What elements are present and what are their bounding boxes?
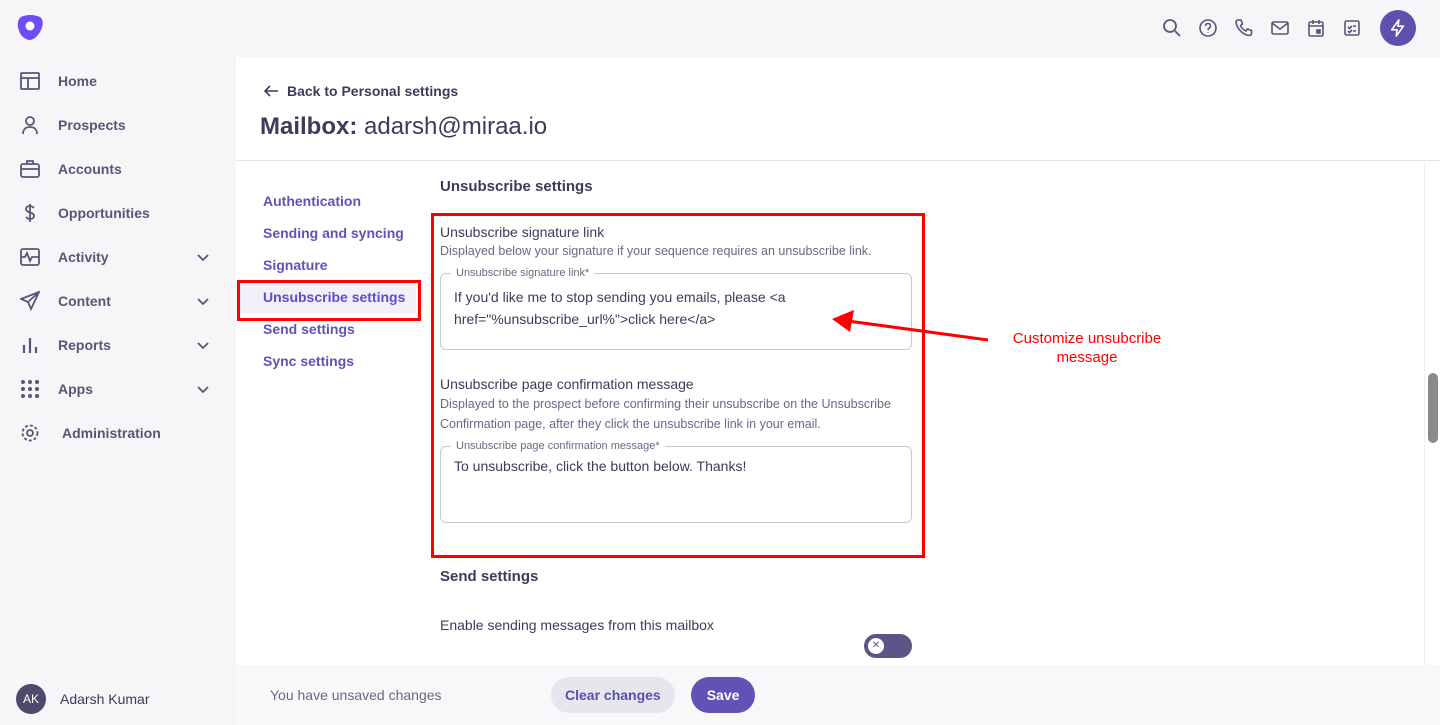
- sidebar-item-label: Activity: [58, 249, 109, 265]
- calendar-icon: [1308, 20, 1324, 37]
- chevron-down-icon[interactable]: [196, 294, 210, 308]
- sidebar-item-label: Opportunities: [58, 205, 150, 221]
- topbar: [1154, 0, 1440, 56]
- sidebar-item-label: Administration: [62, 425, 161, 441]
- scrollbar-thumb[interactable]: [1428, 373, 1438, 443]
- clear-changes-button[interactable]: Clear changes: [551, 677, 675, 713]
- search-button[interactable]: [1154, 10, 1190, 46]
- subnav-sync-settings[interactable]: Sync settings: [236, 345, 416, 377]
- sidebar-item-label: Accounts: [58, 161, 122, 177]
- tasks-button[interactable]: [1334, 10, 1370, 46]
- help-icon: [1199, 19, 1217, 37]
- sidebar-item-home[interactable]: Home: [0, 59, 236, 103]
- sidebar-item-accounts[interactable]: Accounts: [0, 147, 236, 191]
- back-link[interactable]: Back to Personal settings: [263, 83, 458, 99]
- layout-icon: [20, 72, 40, 90]
- highlight-box-subnav: [237, 280, 421, 321]
- title-email: adarsh@miraa.io: [364, 113, 548, 140]
- user-profile[interactable]: AK Adarsh Kumar: [16, 684, 149, 714]
- enable-sending-toggle[interactable]: ✕: [864, 634, 912, 658]
- sidebar-nav: Home Prospects Accounts Opportunities Ac…: [0, 59, 236, 455]
- avatar: AK: [16, 684, 46, 714]
- save-button[interactable]: Save: [690, 677, 756, 713]
- page-header: Back to Personal settings Mailbox: adars…: [236, 57, 1440, 161]
- chevron-down-icon[interactable]: [196, 382, 210, 396]
- sidebar-item-administration[interactable]: Administration: [0, 411, 236, 455]
- bar-chart-icon: [22, 338, 38, 353]
- chevron-down-icon[interactable]: [196, 338, 210, 352]
- briefcase-icon: [20, 160, 40, 178]
- search-icon: [1163, 19, 1181, 37]
- sidebar-item-label: Apps: [58, 381, 93, 397]
- sidebar-item-reports[interactable]: Reports: [0, 323, 236, 367]
- subnav-sending-and-syncing[interactable]: Sending and syncing: [236, 217, 416, 249]
- subnav-signature[interactable]: Signature: [236, 249, 416, 281]
- sidebar-item-apps[interactable]: Apps: [0, 367, 236, 411]
- outreach-logo[interactable]: [17, 14, 44, 41]
- sidebar-item-label: Content: [58, 293, 111, 309]
- phone-button[interactable]: [1226, 10, 1262, 46]
- gear-icon: [21, 424, 39, 442]
- page-title: Mailbox: adarsh@miraa.io: [260, 113, 547, 141]
- unsaved-changes-text: You have unsaved changes: [270, 687, 442, 703]
- calendar-button[interactable]: [1298, 10, 1334, 46]
- back-link-label: Back to Personal settings: [287, 83, 459, 99]
- annotation-text: Customize unsubcribe message: [1012, 330, 1162, 366]
- send-icon: [20, 291, 40, 311]
- sidebar-item-label: Prospects: [58, 117, 126, 133]
- enable-sending-label: Enable sending messages from this mailbo…: [440, 617, 714, 633]
- unsubscribe-heading: Unsubscribe settings: [440, 178, 593, 195]
- annotation-arrow-icon: [832, 310, 989, 342]
- close-icon: ✕: [868, 638, 884, 654]
- grid-icon: [21, 380, 39, 398]
- help-button[interactable]: [1190, 10, 1226, 46]
- bolt-icon: [1390, 19, 1405, 37]
- sidebar: Home Prospects Accounts Opportunities Ac…: [0, 0, 236, 725]
- sidebar-item-content[interactable]: Content: [0, 279, 236, 323]
- mail-icon: [1271, 21, 1289, 35]
- sidebar-item-activity[interactable]: Activity: [0, 235, 236, 279]
- sidebar-item-opportunities[interactable]: Opportunities: [0, 191, 236, 235]
- title-prefix: Mailbox:: [260, 113, 358, 140]
- unsaved-changes-bar: You have unsaved changes Clear changes S…: [236, 665, 1440, 725]
- sidebar-item-label: Home: [58, 73, 97, 89]
- mail-button[interactable]: [1262, 10, 1298, 46]
- sidebar-item-label: Reports: [58, 337, 111, 353]
- send-settings-heading: Send settings: [440, 568, 539, 585]
- highlight-box-fields: [431, 213, 925, 558]
- subnav-authentication[interactable]: Authentication: [236, 185, 416, 217]
- arrow-left-icon: [263, 85, 278, 97]
- tasks-icon: [1344, 20, 1360, 36]
- quick-actions-button[interactable]: [1380, 10, 1416, 46]
- person-icon: [22, 116, 38, 135]
- dollar-icon: [25, 204, 35, 222]
- activity-icon: [20, 248, 40, 266]
- chevron-down-icon[interactable]: [196, 250, 210, 264]
- user-name: Adarsh Kumar: [60, 691, 150, 707]
- phone-icon: [1235, 19, 1253, 37]
- sidebar-item-prospects[interactable]: Prospects: [0, 103, 236, 147]
